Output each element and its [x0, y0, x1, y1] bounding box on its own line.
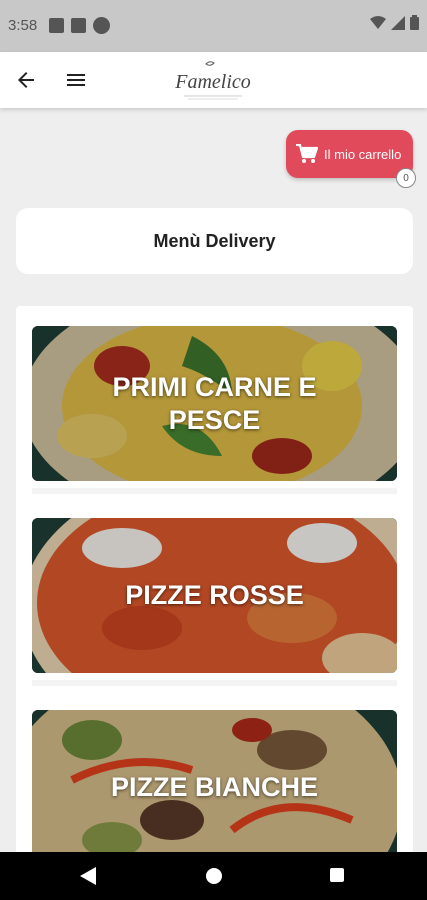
brand-logo: Famelico [174, 61, 251, 100]
battery-icon [410, 15, 419, 30]
notification-icon [49, 18, 64, 33]
app-bar: Famelico [0, 52, 427, 108]
category-card-pizze-bianche[interactable]: PIZZE BIANCHE [32, 710, 397, 865]
cart-button[interactable]: Il mio carrello [286, 130, 413, 178]
category-card-pizze-rosse[interactable]: PIZZE ROSSE [32, 518, 397, 673]
cart-label: Il mio carrello [324, 146, 402, 162]
nav-home-icon[interactable] [206, 868, 222, 884]
notification-icon [71, 18, 86, 33]
logo-text: Famelico [174, 71, 251, 93]
hamburger-menu-icon[interactable] [64, 68, 88, 92]
notification-icon [93, 17, 110, 34]
page-title: Menù Delivery [153, 230, 276, 251]
category-list: PRIMI CARNE E PESCE PIZZE ROSSE PIZZE BI… [16, 306, 413, 866]
status-icons [370, 15, 419, 30]
signal-icon [391, 15, 405, 30]
shopping-cart-icon [296, 144, 318, 163]
category-name: PIZZE BIANCHE [110, 772, 318, 802]
status-time: 3:58 [8, 17, 38, 34]
category-name: PRIMI CARNE E PESCE [112, 371, 317, 435]
divider [32, 680, 397, 686]
divider [32, 488, 397, 494]
menu-title-card: Menù Delivery [16, 208, 413, 274]
cart-count-badge: 0 [396, 168, 416, 188]
nav-recents-icon[interactable] [330, 868, 344, 882]
category-card-primi[interactable]: PRIMI CARNE E PESCE [32, 326, 397, 481]
wifi-icon [370, 15, 386, 29]
back-arrow-icon[interactable] [14, 68, 38, 92]
system-nav-bar [0, 852, 427, 900]
status-bar: 3:58 [0, 0, 427, 52]
nav-back-icon[interactable] [80, 867, 96, 885]
category-name: PIZZE ROSSE [125, 580, 304, 610]
